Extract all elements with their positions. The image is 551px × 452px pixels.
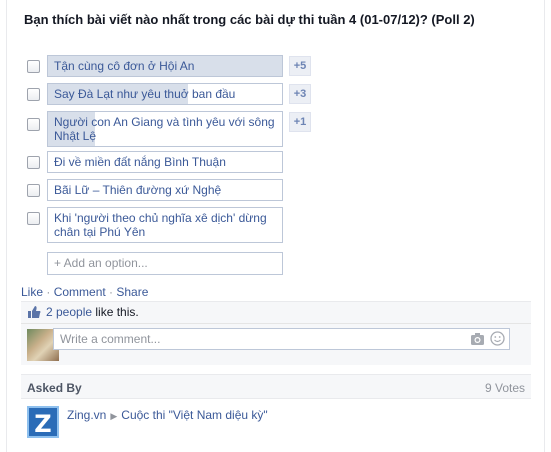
asked-by-label: Asked By	[27, 381, 82, 395]
likers-link[interactable]: 2 people	[46, 305, 92, 319]
option-voters[interactable]: +5	[289, 56, 311, 76]
option-button[interactable]: Khi 'người theo chủ nghĩa xê dịch' dừng …	[47, 207, 283, 243]
separator: ·	[105, 285, 117, 299]
likes-suffix: like this.	[92, 305, 139, 319]
option-checkbox[interactable]	[27, 156, 40, 169]
poll-card: Bạn thích bài viết nào nhất trong các bà…	[6, 0, 545, 452]
option-label: Đi về miền đất nắng Bình Thuận	[54, 155, 226, 169]
option-label: Khi 'người theo chủ nghĩa xê dịch' dừng …	[54, 211, 267, 239]
action-links: Like · Comment · Share	[21, 285, 148, 299]
option-checkbox[interactable]	[27, 212, 40, 225]
vote-total: 9 Votes	[484, 381, 525, 395]
option-checkbox[interactable]	[27, 118, 40, 131]
option-voters[interactable]: +3	[289, 84, 311, 104]
option-label: Say Đà Lạt như yêu thuở ban đầu	[54, 87, 236, 101]
comment-link[interactable]: Comment	[54, 285, 106, 299]
option-label: Tận cùng cô đơn ở Hội An	[54, 59, 195, 73]
thumbs-up-icon	[28, 306, 41, 318]
option-checkbox[interactable]	[27, 184, 40, 197]
comment-placeholder: Write a comment...	[60, 332, 161, 346]
option-checkbox[interactable]	[27, 88, 40, 101]
share-link[interactable]: Share	[116, 285, 148, 299]
option-button[interactable]: Đi về miền đất nắng Bình Thuận	[47, 151, 283, 173]
asker-page-link[interactable]: Zing.vn	[67, 408, 106, 422]
comment-input[interactable]: Write a comment...	[53, 328, 510, 350]
option-checkbox[interactable]	[27, 60, 40, 73]
likes-sentence: 2 people like this.	[21, 302, 531, 324]
asker-row: Z Zing.vn ▶ Cuộc thi "Việt Nam diệu kỳ"	[21, 404, 531, 440]
separator: ·	[43, 285, 54, 299]
emoji-icon[interactable]	[490, 331, 505, 346]
camera-icon[interactable]	[470, 332, 485, 346]
asker-event-link[interactable]: Cuộc thi "Việt Nam diệu kỳ"	[121, 408, 267, 422]
option-button[interactable]: Người con An Giang và tình yêu với sông …	[47, 111, 283, 147]
asked-by-bar: Asked By 9 Votes	[21, 374, 531, 399]
asker-line: Zing.vn ▶ Cuộc thi "Việt Nam diệu kỳ"	[67, 408, 268, 422]
option-button[interactable]: Bãi Lữ – Thiên đường xứ Nghệ	[47, 179, 283, 201]
add-option-input[interactable]: + Add an option...	[47, 252, 283, 275]
triangle-right-icon: ▶	[110, 411, 118, 421]
option-label: Người con An Giang và tình yêu với sông …	[54, 115, 275, 143]
option-label: Bãi Lữ – Thiên đường xứ Nghệ	[54, 183, 222, 197]
zing-logo[interactable]: Z	[27, 406, 59, 438]
like-link[interactable]: Like	[21, 285, 43, 299]
option-button[interactable]: Say Đà Lạt như yêu thuở ban đầu	[47, 83, 283, 105]
option-voters[interactable]: +1	[289, 112, 311, 132]
poll-title: Bạn thích bài viết nào nhất trong các bà…	[24, 12, 475, 27]
option-button[interactable]: Tận cùng cô đơn ở Hội An	[47, 55, 283, 77]
